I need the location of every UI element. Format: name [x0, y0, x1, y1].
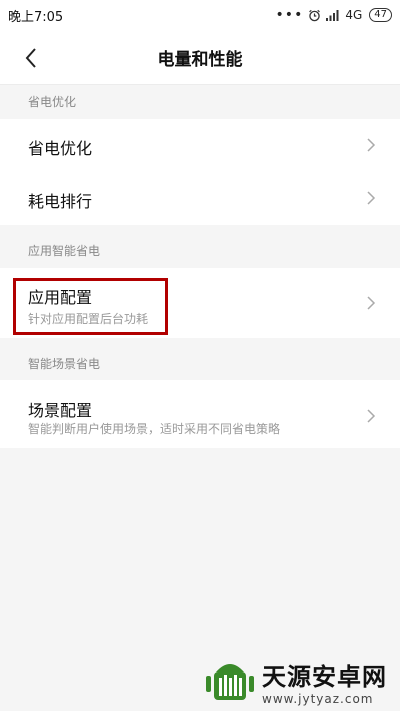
chevron-right-icon — [367, 191, 376, 205]
section-header-smart-scene-saving: 智能场景省电 — [0, 348, 400, 380]
watermark-text: 天源安卓网 www.jytyaz.com — [262, 657, 387, 706]
watermark: 天源安卓网 www.jytyaz.com — [206, 655, 396, 709]
row-title: 省电优化 — [28, 139, 93, 158]
highlight-box — [13, 278, 168, 335]
row-title: 耗电排行 — [28, 192, 93, 211]
row-power-usage-ranking[interactable]: 耗电排行 — [0, 172, 400, 225]
row-title: 场景配置 — [28, 401, 93, 420]
signal-icon — [326, 10, 339, 21]
chevron-right-icon — [367, 296, 376, 310]
android-logo-icon — [206, 664, 254, 700]
title-bar: 电量和性能 — [0, 30, 400, 84]
watermark-title: 天源安卓网 — [262, 663, 387, 691]
status-icons: ••• 4G 47 — [276, 6, 392, 24]
chevron-right-icon — [367, 138, 376, 152]
watermark-url: www.jytyaz.com — [262, 692, 374, 706]
page-title: 电量和性能 — [157, 50, 243, 70]
status-time: 晚上7:05 — [8, 10, 64, 25]
battery-indicator: 47 — [369, 8, 392, 22]
row-subtitle: 智能判断用户使用场景，适时采用不同省电策略 — [28, 422, 281, 436]
notification-dots: ••• — [275, 7, 304, 23]
section-header-app-smart-saving: 应用智能省电 — [0, 235, 400, 268]
row-power-saving-optimization[interactable]: 省电优化 — [0, 119, 400, 172]
alarm-icon — [309, 9, 321, 21]
status-bar: 晚上7:05 ••• 4G 47 — [0, 0, 400, 30]
network-type: 4G — [345, 8, 363, 22]
row-scene-config[interactable]: 场景配置 智能判断用户使用场景，适时采用不同省电策略 — [0, 380, 400, 448]
chevron-right-icon — [367, 409, 376, 423]
section-header-power-saving: 省电优化 — [0, 85, 400, 119]
